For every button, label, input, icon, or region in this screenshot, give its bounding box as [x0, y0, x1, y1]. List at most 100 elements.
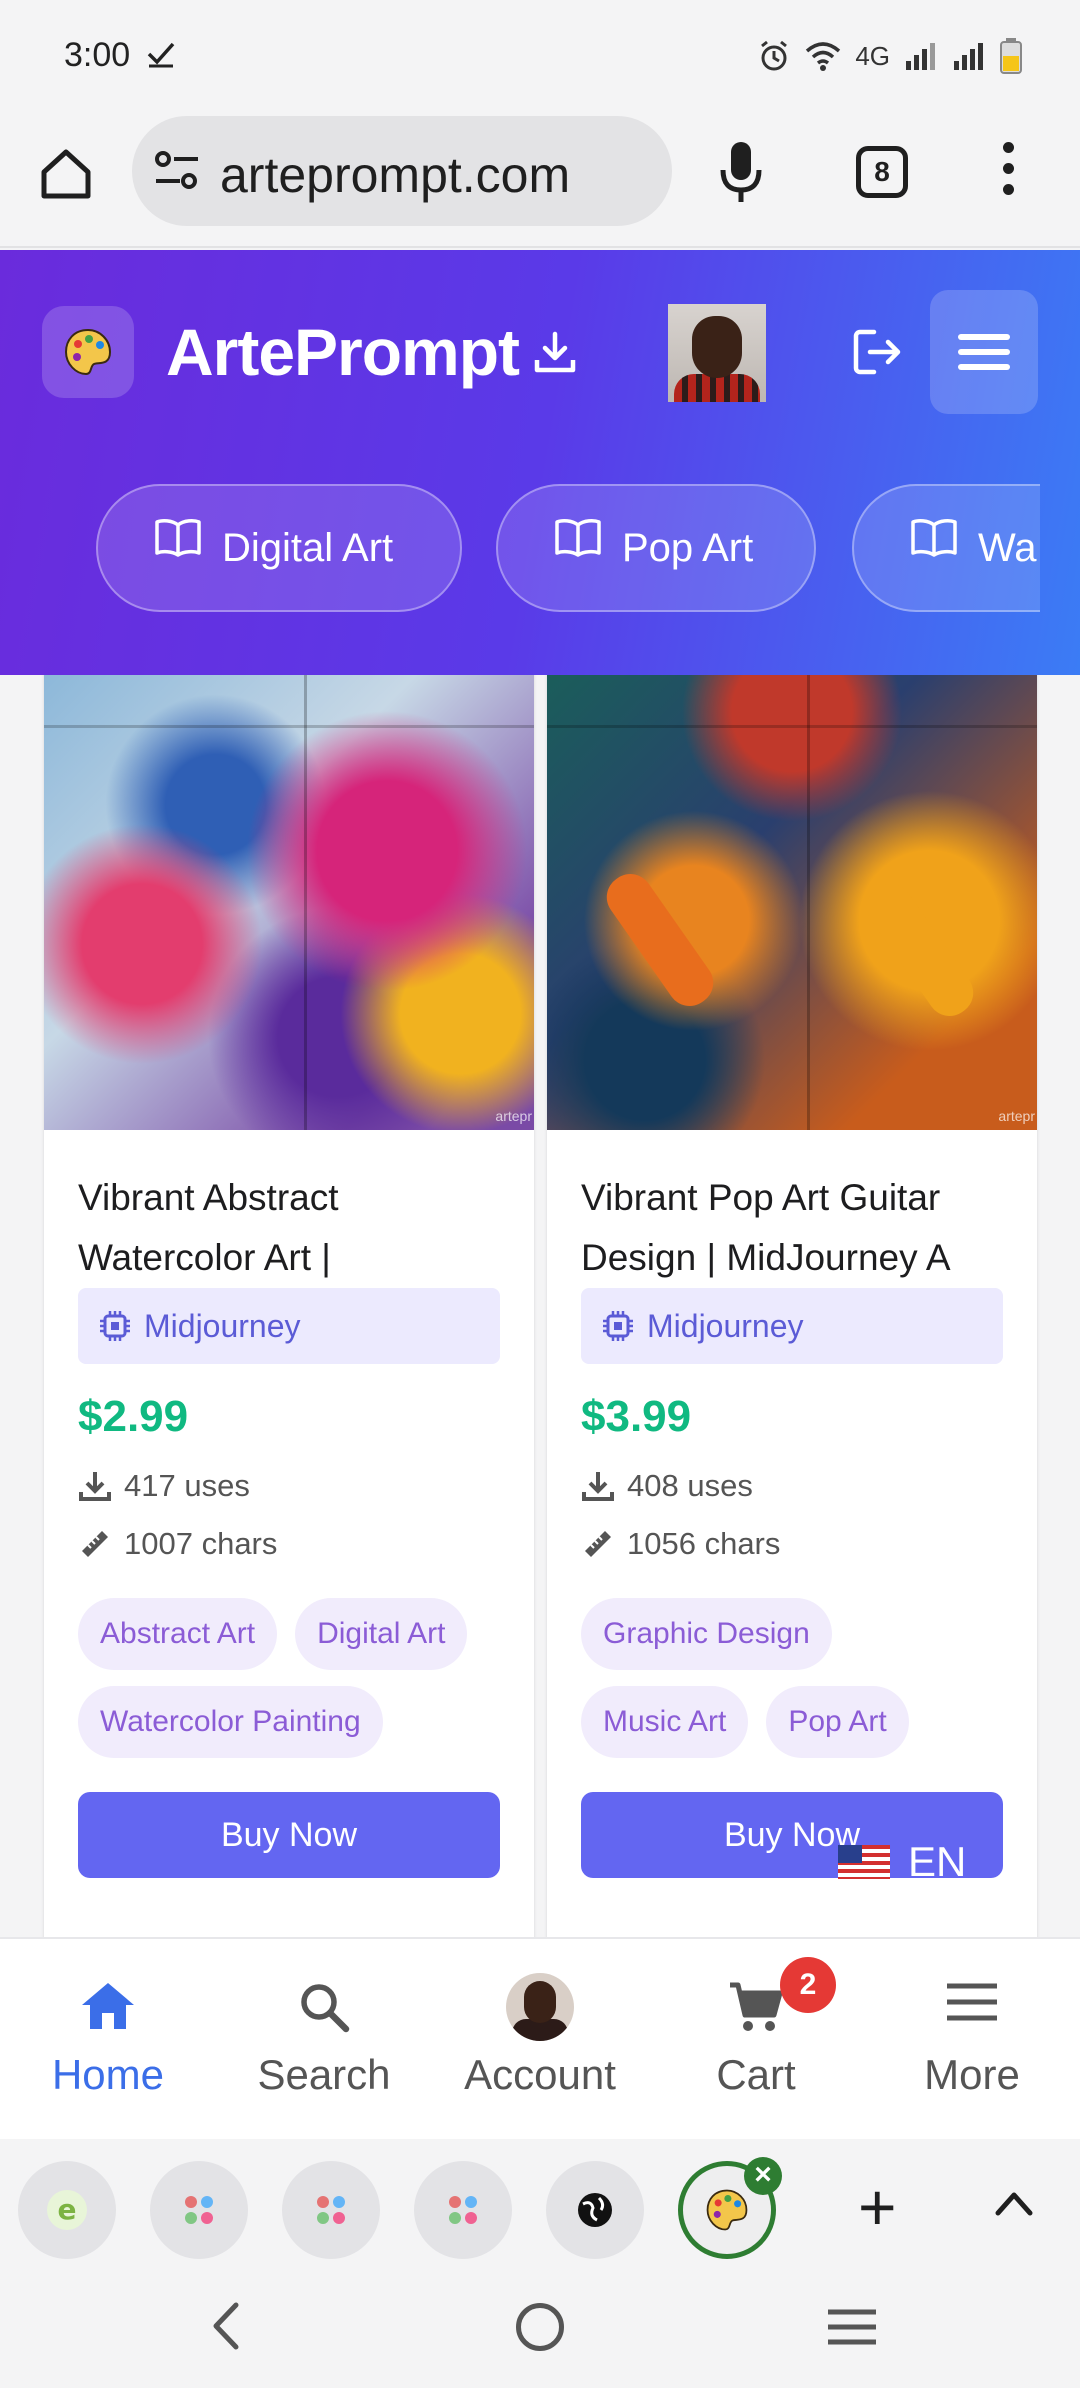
tab-thumbnail[interactable]: [546, 2161, 644, 2259]
signal-icon-2: [954, 43, 983, 70]
app-logo-icon: [317, 2196, 345, 2224]
category-pills: Digital Art Pop Art Wa: [0, 484, 1040, 624]
product-card[interactable]: artepr Vibrant Abstract Watercolor Art |…: [44, 675, 534, 1937]
signal-icon: [906, 43, 935, 70]
watermark: artepr: [495, 1108, 532, 1124]
system-navigation: [0, 2273, 1080, 2388]
download-icon: [582, 1472, 614, 1501]
book-icon: [555, 519, 601, 557]
product-price: $2.99: [78, 1392, 189, 1441]
back-icon[interactable]: [210, 2301, 240, 2351]
search-icon: [301, 1984, 350, 2033]
tag[interactable]: Graphic Design: [581, 1598, 832, 1670]
browser-home-icon[interactable]: [36, 144, 96, 204]
globe-icon: [578, 2193, 612, 2227]
site-settings-icon[interactable]: [154, 150, 200, 190]
page: 3:00 4G arteprompt.com 8 ArtePrompt Digi…: [0, 0, 1080, 2388]
tag[interactable]: Pop Art: [766, 1686, 909, 1758]
browser-toolbar: arteprompt.com 8: [0, 110, 1080, 248]
category-label: Digital Art: [222, 525, 394, 570]
chars-count: 1007 chars: [124, 1526, 278, 1561]
menu-icon: [947, 1983, 997, 2021]
e-logo-icon: e: [47, 2190, 87, 2230]
chevron-up-icon[interactable]: [994, 2189, 1034, 2217]
palette-logo-icon[interactable]: [42, 306, 134, 398]
nav-label: Search: [257, 2051, 391, 2098]
uses-count: 417 uses: [124, 1468, 250, 1503]
brand-name[interactable]: ArtePrompt: [166, 314, 520, 390]
tab-switcher-button[interactable]: 8: [856, 146, 908, 198]
address-bar[interactable]: arteprompt.com: [132, 116, 672, 226]
tab-thumbnail[interactable]: e: [18, 2161, 116, 2259]
tab-thumbnail[interactable]: [150, 2161, 248, 2259]
chars-stat: 1007 chars: [78, 1526, 500, 1562]
watermark: artepr: [998, 1108, 1035, 1124]
system-home-icon[interactable]: [516, 2303, 564, 2351]
book-icon: [155, 519, 201, 557]
chars-count: 1056 chars: [627, 1526, 781, 1561]
close-tab-icon[interactable]: ×: [744, 2157, 782, 2195]
svg-text:e: e: [58, 2193, 77, 2226]
product-image[interactable]: artepr: [547, 675, 1037, 1130]
model-badge: Midjourney: [581, 1288, 1003, 1364]
browser-menu-icon[interactable]: [998, 142, 1018, 204]
tag-list: Graphic Design Music Art Pop Art: [581, 1598, 1003, 1758]
uses-count: 408 uses: [627, 1468, 753, 1503]
ruler-icon: [82, 1531, 108, 1557]
uses-stat: 408 uses: [581, 1468, 1003, 1504]
app-logo-icon: [449, 2196, 477, 2224]
chip-icon: [100, 1311, 130, 1341]
tag[interactable]: Watercolor Painting: [78, 1686, 383, 1758]
site-menu-button[interactable]: [930, 290, 1038, 414]
nav-search[interactable]: Search: [216, 1939, 432, 2141]
microphone-icon[interactable]: [718, 140, 764, 206]
tag[interactable]: Music Art: [581, 1686, 749, 1758]
url-text[interactable]: arteprompt.com: [220, 146, 570, 204]
category-pill-watercolor[interactable]: Wa: [852, 484, 1040, 612]
avatar: [506, 1973, 574, 2041]
nav-label: Home: [51, 2051, 165, 2098]
us-flag-icon: [838, 1845, 890, 1879]
product-price: $3.99: [581, 1392, 692, 1441]
nav-cart[interactable]: 2 Cart: [648, 1939, 864, 2141]
user-avatar[interactable]: [668, 304, 766, 402]
logout-icon[interactable]: [852, 328, 904, 376]
nav-home[interactable]: Home: [0, 1939, 216, 2141]
tab-thumbnail[interactable]: [414, 2161, 512, 2259]
category-pill-pop-art[interactable]: Pop Art: [496, 484, 816, 612]
product-title[interactable]: Vibrant Abstract Watercolor Art |: [78, 1168, 500, 1280]
ruler-icon: [585, 1531, 611, 1557]
nav-account[interactable]: Account: [432, 1939, 648, 2141]
download-icon[interactable]: [532, 330, 578, 376]
browser-tab-strip: e × +: [0, 2139, 1080, 2273]
tag-list: Abstract Art Digital Art Watercolor Pain…: [78, 1598, 500, 1758]
tag[interactable]: Digital Art: [295, 1598, 468, 1670]
product-image[interactable]: artepr: [44, 675, 534, 1130]
tab-thumbnail[interactable]: [282, 2161, 380, 2259]
product-grid: artepr Vibrant Abstract Watercolor Art |…: [0, 675, 1080, 1937]
tag[interactable]: Abstract Art: [78, 1598, 278, 1670]
language-selector[interactable]: EN: [838, 1838, 966, 1886]
cart-icon: [730, 1982, 783, 2031]
recent-apps-icon[interactable]: [826, 2307, 878, 2347]
chip-icon: [603, 1311, 633, 1341]
product-card[interactable]: artepr Vibrant Pop Art Guitar Design | M…: [547, 675, 1037, 1937]
battery-icon: [1000, 38, 1022, 74]
new-tab-icon[interactable]: +: [858, 2174, 897, 2240]
download-icon: [79, 1472, 111, 1501]
buy-now-button[interactable]: Buy Now: [78, 1792, 500, 1878]
alarm-icon: [761, 40, 788, 71]
nav-label: More: [924, 2051, 1020, 2098]
status-icons: 4G: [757, 38, 1022, 74]
check-icon: [147, 42, 175, 68]
nav-label: Account: [464, 2051, 616, 2098]
model-name: Midjourney: [144, 1307, 301, 1344]
nav-more[interactable]: More: [864, 1939, 1080, 2141]
network-type: 4G: [855, 40, 890, 71]
product-title[interactable]: Vibrant Pop Art Guitar Design | MidJourn…: [581, 1168, 1003, 1280]
chars-stat: 1056 chars: [581, 1526, 1003, 1562]
model-name: Midjourney: [647, 1307, 804, 1344]
site-header: ArtePrompt Digital Art Pop Art Wa: [0, 250, 1080, 675]
palette-icon: [706, 2189, 748, 2231]
category-pill-digital-art[interactable]: Digital Art: [96, 484, 462, 612]
